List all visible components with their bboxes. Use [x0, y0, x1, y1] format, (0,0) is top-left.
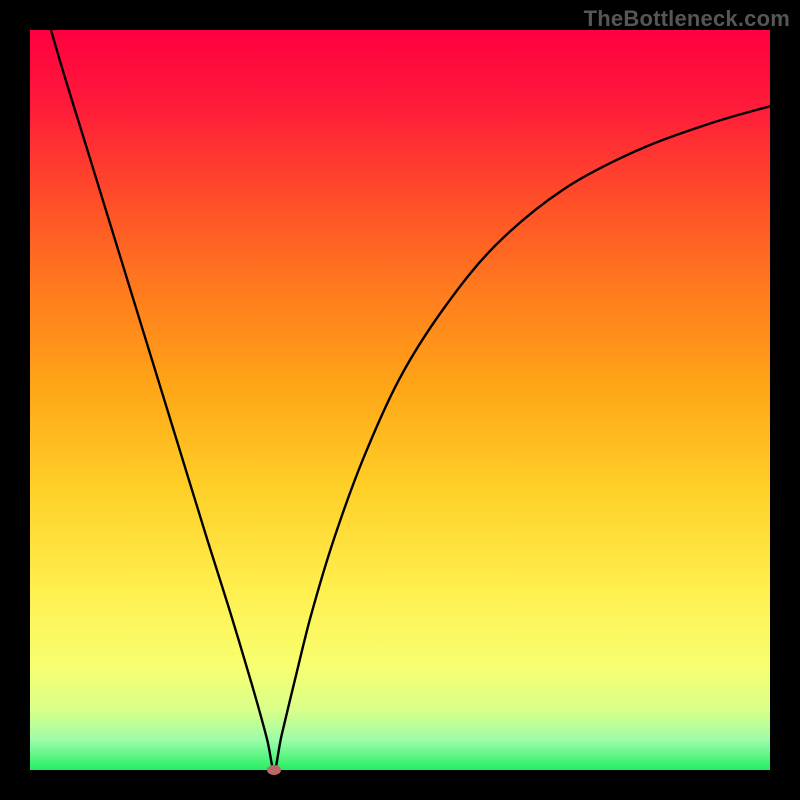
watermark-text: TheBottleneck.com [584, 6, 790, 32]
minimum-marker [267, 765, 281, 775]
chart-frame: TheBottleneck.com [0, 0, 800, 800]
plot-area [30, 30, 770, 770]
bottleneck-curve [30, 30, 770, 770]
